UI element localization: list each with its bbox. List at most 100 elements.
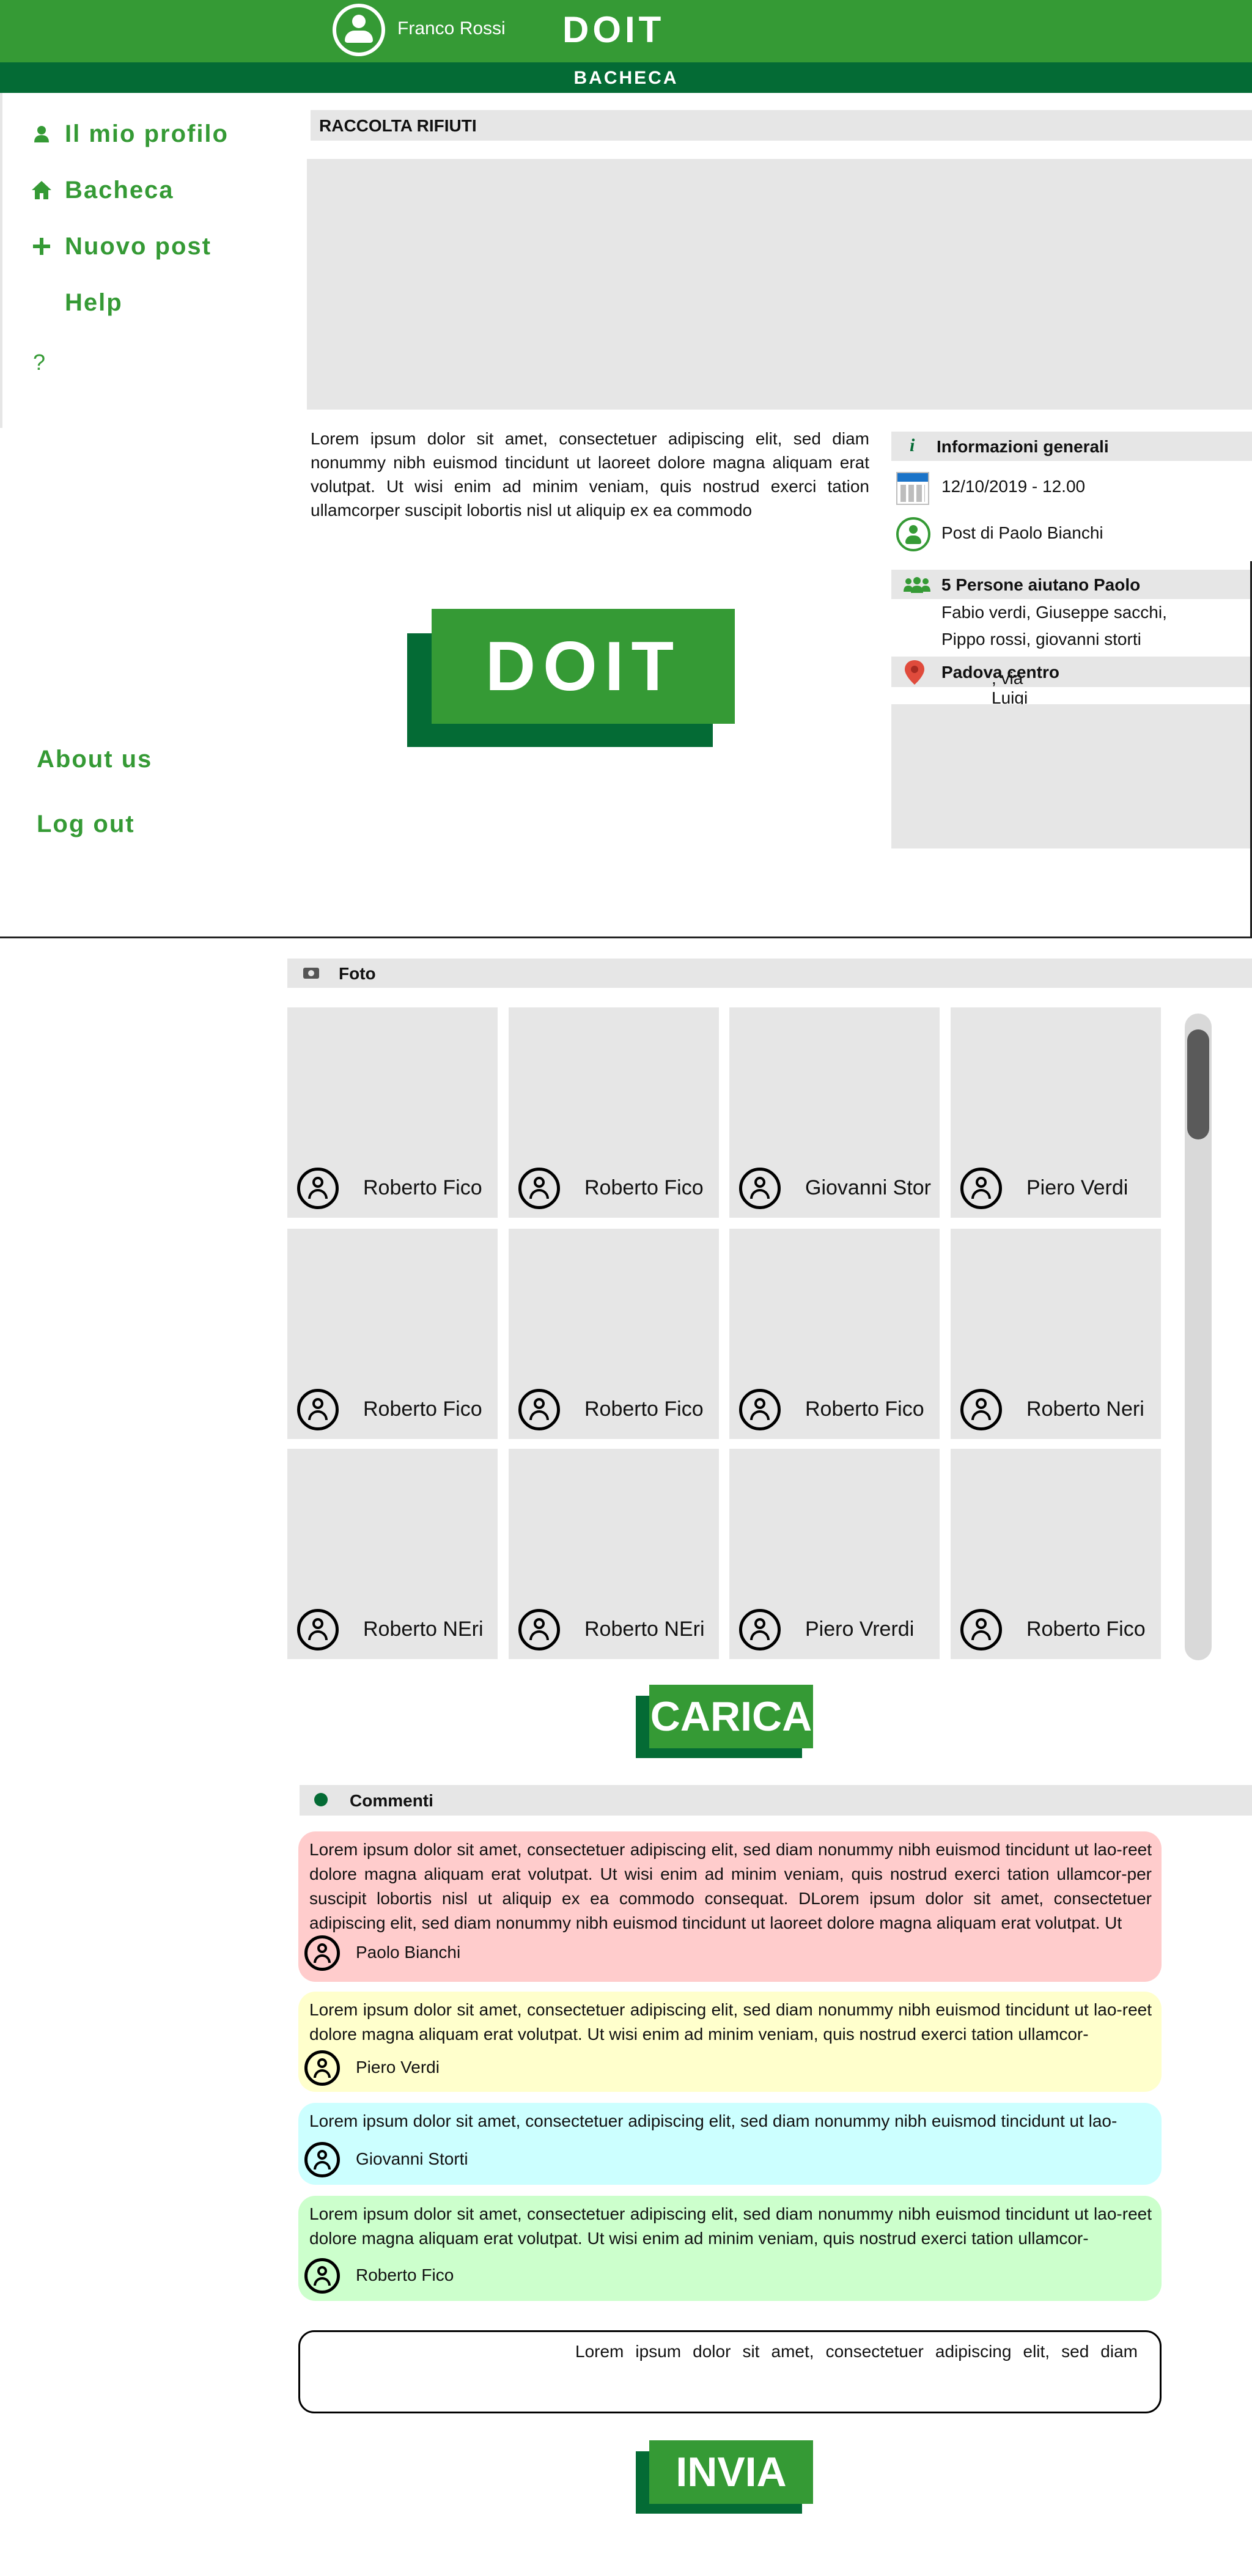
photo-author: Roberto Fico [363, 1176, 482, 1199]
logout-link[interactable]: Log out [37, 811, 135, 838]
user-icon [29, 122, 54, 146]
avatar-icon [297, 1389, 339, 1430]
helpers-header: 5 Persone aiutano Paolo [891, 570, 1252, 599]
sidebar-item-label: Bacheca [65, 176, 174, 204]
camera-icon [303, 968, 319, 979]
photo-author: Roberto Fico [805, 1397, 924, 1421]
doit-button[interactable]: DOIT [432, 609, 735, 724]
sidebar-item-help[interactable]: Help [29, 287, 123, 318]
post-author[interactable]: Post di Paolo Bianchi [941, 523, 1103, 543]
help-question-icon[interactable]: ? [33, 350, 45, 375]
location-pin-icon [905, 660, 924, 685]
helpers-heading: 5 Persone aiutano Paolo [941, 575, 1141, 594]
info-heading: Informazioni generali [937, 437, 1109, 456]
comment-item: Lorem ipsum dolor sit amet, consectetuer… [298, 2103, 1162, 2185]
avatar-icon [960, 1168, 1002, 1209]
sidebar-item-bacheca[interactable]: Bacheca [29, 175, 174, 205]
user-name[interactable]: Franco Rossi [397, 18, 506, 39]
comment-author[interactable]: Paolo Bianchi [356, 1943, 460, 1962]
info-icon: i [910, 435, 915, 455]
comments-heading: Commenti [350, 1791, 433, 1810]
home-icon [29, 178, 54, 202]
photos-heading: Foto [339, 964, 376, 983]
section-title: BACHECA [573, 68, 679, 88]
photo-tile[interactable]: Piero Vrerdi [729, 1449, 940, 1659]
avatar-icon [739, 1609, 781, 1650]
photo-author: Roberto NEri [363, 1617, 484, 1641]
avatar[interactable] [333, 4, 385, 56]
photo-author: Roberto Neri [1026, 1397, 1144, 1421]
sidebar-item-label: Help [65, 289, 123, 316]
section-divider [0, 937, 1252, 938]
sidebar-item-nuovo-post[interactable]: Nuovo post [29, 231, 212, 262]
photo-author: Roberto Fico [1026, 1617, 1146, 1641]
photo-author: Roberto Fico [584, 1176, 704, 1199]
post-body: Lorem ipsum dolor sit amet, consectetuer… [311, 429, 869, 520]
avatar-icon [518, 1168, 560, 1209]
photo-tile[interactable]: Roberto Fico [287, 1007, 498, 1218]
comment-author[interactable]: Roberto Fico [356, 2265, 454, 2285]
avatar-icon [304, 2050, 340, 2086]
avatar-icon [297, 1609, 339, 1650]
comment-text: Lorem ipsum dolor sit amet, consectetuer… [309, 1840, 1152, 1932]
post-title: RACCOLTA RIFIUTI [319, 116, 477, 135]
comment-item: Lorem ipsum dolor sit amet, consectetuer… [298, 1992, 1162, 2092]
photo-author: Roberto Fico [363, 1397, 482, 1421]
comment-author[interactable]: Piero Verdi [356, 2058, 440, 2077]
sidebar-item-label: Il mio profilo [65, 120, 229, 147]
comment-text: Lorem ipsum dolor sit amet, consectetuer… [309, 2000, 1152, 2044]
app-title[interactable]: DOIT [562, 9, 665, 51]
post-image [307, 159, 1252, 410]
calendar-icon [896, 472, 929, 505]
avatar-icon [518, 1389, 560, 1430]
photo-tile[interactable]: Roberto Neri [951, 1229, 1161, 1439]
post-title-bar: RACCOLTA RIFIUTI [311, 110, 1252, 141]
avatar-icon [960, 1609, 1002, 1650]
send-button[interactable]: INVIA [649, 2440, 813, 2504]
comment-input[interactable]: Lorem ipsum dolor sit amet, consectetuer… [298, 2330, 1162, 2413]
upload-button[interactable]: CARICA [649, 1685, 813, 1748]
comment-text: Lorem ipsum dolor sit amet, consectetuer… [309, 2204, 1152, 2248]
photo-author: Roberto NEri [584, 1617, 705, 1641]
map[interactable] [891, 704, 1252, 848]
sidebar-item-profile[interactable]: Il mio profilo [29, 119, 229, 149]
photo-tile[interactable]: Piero Verdi [951, 1007, 1161, 1218]
author-icon [896, 517, 930, 551]
photo-tile[interactable]: Roberto Fico [729, 1229, 940, 1439]
avatar-icon [304, 1935, 340, 1971]
photo-tile[interactable]: Giovanni Stor [729, 1007, 940, 1218]
photo-tile[interactable]: Roberto Fico [287, 1229, 498, 1439]
photo-tile[interactable]: Roberto Fico [951, 1449, 1161, 1659]
photo-tile[interactable]: Roberto NEri [287, 1449, 498, 1659]
photo-scrollbar-thumb[interactable] [1187, 1029, 1209, 1139]
comment-text: Lorem ipsum dolor sit amet, consectetuer… [309, 2111, 1118, 2130]
about-us-link[interactable]: About us [37, 746, 152, 773]
photo-author: Roberto Fico [584, 1397, 704, 1421]
photo-tile[interactable]: Roberto Fico [509, 1229, 719, 1439]
info-header: i Informazioni generali [891, 432, 1252, 461]
section-bar: BACHECA [0, 62, 1252, 93]
comment-author[interactable]: Giovanni Storti [356, 2149, 468, 2169]
group-icon [904, 577, 930, 593]
sidebar-edge [0, 93, 2, 428]
avatar-icon [960, 1389, 1002, 1430]
avatar-icon [304, 2258, 340, 2294]
comments-header: Commenti [300, 1785, 1252, 1816]
photo-tile[interactable]: Roberto Fico [509, 1007, 719, 1218]
helpers-names: Fabio verdi, Giuseppe sacchi, [941, 603, 1167, 622]
location-bar: Padova centro, via Luigi Luzzatti 45 [891, 657, 1252, 746]
comment-icon [314, 1793, 328, 1806]
photo-author: Piero Verdi [1026, 1176, 1129, 1199]
plus-icon [29, 234, 54, 259]
photo-tile[interactable]: Roberto NEri [509, 1449, 719, 1659]
photo-author: Piero Vrerdi [805, 1617, 915, 1641]
avatar-icon [739, 1168, 781, 1209]
event-datetime: 12/10/2019 - 12.00 [941, 477, 1086, 496]
avatar-icon [297, 1168, 339, 1209]
comment-input-text[interactable]: Lorem ipsum dolor sit amet, consectetuer… [575, 2342, 1138, 2361]
comment-item: Lorem ipsum dolor sit amet, consectetuer… [298, 2196, 1162, 2301]
avatar-icon [304, 2142, 340, 2177]
photo-author: Giovanni Stor [805, 1176, 931, 1199]
photos-header: Foto [287, 959, 1252, 988]
sidebar-item-label: Nuovo post [65, 232, 212, 260]
